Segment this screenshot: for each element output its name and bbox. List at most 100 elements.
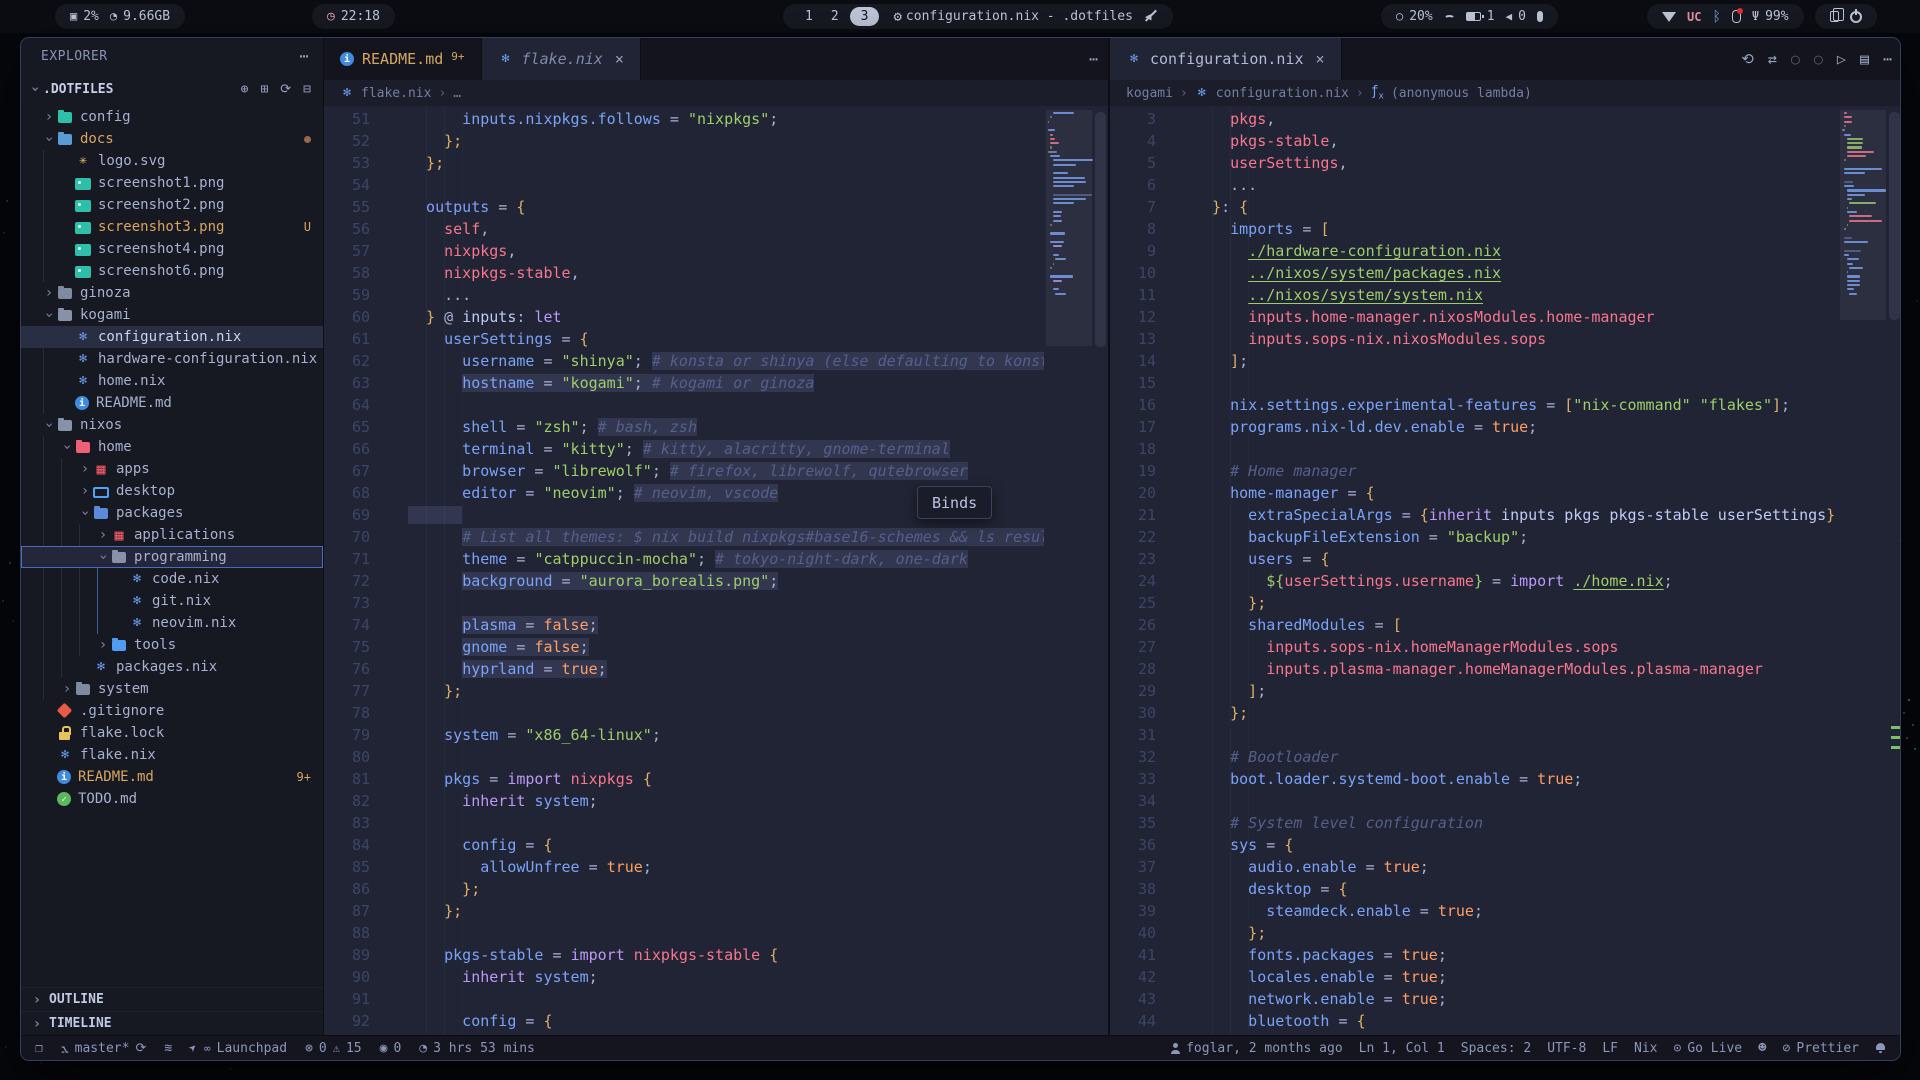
scrollbar-thumb[interactable] (1095, 112, 1106, 347)
code-line[interactable] (408, 812, 1044, 834)
code-line[interactable]: imports = [ (1194, 218, 1838, 240)
code-line[interactable]: system = "x86_64-linux"; (408, 724, 1044, 746)
new-file-button[interactable]: ⊕ (241, 82, 249, 97)
code-line[interactable]: }; (408, 900, 1044, 922)
code-line[interactable]: inputs.plasma-manager.homeManagerModules… (1194, 658, 1838, 680)
tab-flake[interactable]: flake.nix × (482, 38, 641, 80)
tree-item-screenshot1.png[interactable]: screenshot1.png (21, 172, 323, 194)
code-line[interactable] (1194, 438, 1838, 460)
code-line[interactable] (408, 592, 1044, 614)
code-line[interactable] (408, 702, 1044, 724)
tree-item-screenshot4.png[interactable]: screenshot4.png (21, 238, 323, 260)
code-line[interactable]: hyprland = true; (408, 658, 1044, 680)
tree-item-home.nix[interactable]: home.nix (21, 370, 323, 392)
code-line[interactable]: ... (408, 284, 1044, 306)
code-line[interactable] (1194, 724, 1838, 746)
breadcrumb-folder[interactable]: kogami (1126, 86, 1173, 101)
code-line[interactable]: shell = "zsh"; # bash, zsh (408, 416, 1044, 438)
workspace-1-button[interactable]: 1 (798, 9, 820, 24)
code-line[interactable]: theme = "catppuccin-mocha"; # tokyo-nigh… (408, 548, 1044, 570)
breadcrumb-symbol[interactable]: (anonymous lambda) (1391, 86, 1532, 101)
tree-item-ginoza[interactable]: ›ginoza (21, 282, 323, 304)
code-line[interactable]: browser = "librewolf"; # firefox, librew… (408, 460, 1044, 482)
launchpad-button[interactable]: Launchpad (190, 1041, 287, 1056)
minimap-slider[interactable] (1840, 110, 1886, 320)
scrollbar-thumb[interactable] (1889, 112, 1900, 320)
tree-item-logo.svg[interactable]: logo.svg (21, 150, 323, 172)
code-line[interactable]: background = "aurora_borealis.png"; (408, 570, 1044, 592)
tree-item-screenshot2.png[interactable]: screenshot2.png (21, 194, 323, 216)
code-line[interactable] (408, 922, 1044, 944)
code-line[interactable]: pkgs, (1194, 108, 1838, 130)
code-line[interactable]: ${userSettings.username} = import ./home… (1194, 570, 1838, 592)
code-line[interactable]: }; (408, 130, 1044, 152)
code-line[interactable]: home-manager = { (1194, 482, 1838, 504)
tree-item-flake.lock[interactable]: flake.lock (21, 722, 323, 744)
encoding[interactable]: UTF-8 (1547, 1041, 1586, 1056)
git-branch[interactable]: master* (61, 1041, 147, 1056)
code-line[interactable]: outputs = { (408, 196, 1044, 218)
mouse-icon[interactable] (1732, 10, 1741, 23)
code-line[interactable]: # Home manager (1194, 460, 1838, 482)
power-icon[interactable] (1850, 11, 1862, 23)
code-line[interactable]: }; (1194, 592, 1838, 614)
code-line[interactable]: users = { (1194, 548, 1838, 570)
git-blame[interactable]: foglar, 2 months ago (1170, 1041, 1343, 1056)
time-tracker[interactable]: 3 hrs 53 mins (419, 1041, 535, 1056)
tree-item-configuration.nix[interactable]: configuration.nix (21, 326, 323, 348)
more-actions-button[interactable]: ⋯ (1089, 50, 1098, 68)
code-line[interactable]: inputs.home-manager.nixosModules.home-ma… (1194, 306, 1838, 328)
tree-item-docs[interactable]: ›docs (21, 128, 323, 150)
tree-item-neovim.nix[interactable]: neovim.nix (21, 612, 323, 634)
new-folder-button[interactable]: ⊞ (260, 82, 268, 97)
next-change-icon[interactable]: ○ (1814, 50, 1823, 68)
code-line[interactable] (1194, 372, 1838, 394)
collapse-folders-button[interactable]: ⊟ (303, 82, 311, 97)
workspace-2-button[interactable]: 2 (824, 9, 846, 24)
breadcrumb-file[interactable]: flake.nix (361, 86, 431, 101)
tree-item-nixos[interactable]: ›nixos (21, 414, 323, 436)
code-line[interactable]: config = { (408, 834, 1044, 856)
code-line[interactable]: }; (1194, 922, 1838, 944)
explorer-more-button[interactable]: ⋯ (299, 47, 309, 65)
tree-item-README.md[interactable]: README.md9+ (21, 766, 323, 788)
code-line[interactable]: fonts.packages = true; (1194, 944, 1838, 966)
tree-item-tools[interactable]: ›tools (21, 634, 323, 656)
code-line[interactable]: ./hardware-configuration.nix (1194, 240, 1838, 262)
code-line[interactable]: nix.settings.experimental-features = ["n… (1194, 394, 1838, 416)
code-line[interactable]: userSettings, (1194, 152, 1838, 174)
code-line[interactable]: desktop = { (1194, 878, 1838, 900)
timeline-icon[interactable]: ⟲ (1741, 50, 1754, 68)
code-line[interactable]: self, (408, 218, 1044, 240)
gitlens-button[interactable] (164, 1041, 172, 1056)
code-line[interactable]: inputs.sops-nix.nixosModules.sops (1194, 328, 1838, 350)
code-line[interactable]: ]; (1194, 350, 1838, 372)
code-line[interactable]: }: { (1194, 196, 1838, 218)
code-line[interactable]: bluetooth = { (1194, 1010, 1838, 1032)
code-line[interactable]: userSettings = { (408, 328, 1044, 350)
code-line[interactable]: steamdeck.enable = true; (1194, 900, 1838, 922)
code-line[interactable]: sharedModules = [ (1194, 614, 1838, 636)
close-icon[interactable]: × (615, 50, 624, 68)
problems-indicator[interactable]: 015 (305, 1041, 362, 1056)
code-line[interactable]: pkgs-stable = import nixpkgs-stable { (408, 944, 1044, 966)
breadcrumb-symbol[interactable]: … (453, 86, 461, 101)
tree-item-kogami[interactable]: ›kogami (21, 304, 323, 326)
code-line[interactable]: inputs.sops-nix.homeManagerModules.sops (1194, 636, 1838, 658)
tree-item-.gitignore[interactable]: .gitignore (21, 700, 323, 722)
code-line[interactable]: hostname = "kogami"; # kogami or ginoza (408, 372, 1044, 394)
code-line[interactable]: programs.nix-ld.dev.enable = true; (1194, 416, 1838, 438)
tree-item-README.md[interactable]: README.md (21, 392, 323, 414)
code-line[interactable]: terminal = "kitty"; # kitty, alacritty, … (408, 438, 1044, 460)
more-actions-button[interactable]: ⋯ (1883, 50, 1892, 68)
code-line[interactable]: # Bootloader (1194, 746, 1838, 768)
code-line[interactable]: sys = { (1194, 834, 1838, 856)
keyboard-layout[interactable]: UC (1687, 10, 1701, 24)
code-line[interactable]: boot.loader.systemd-boot.enable = true; (1194, 768, 1838, 790)
tree-item-packages[interactable]: ›packages (21, 502, 323, 524)
code-line[interactable]: nixpkgs, (408, 240, 1044, 262)
wifi-strength-icon[interactable] (1662, 12, 1676, 22)
prev-change-icon[interactable]: ○ (1791, 50, 1800, 68)
minimap-slider[interactable] (1046, 110, 1092, 346)
copy-icon[interactable] (1830, 11, 1839, 22)
